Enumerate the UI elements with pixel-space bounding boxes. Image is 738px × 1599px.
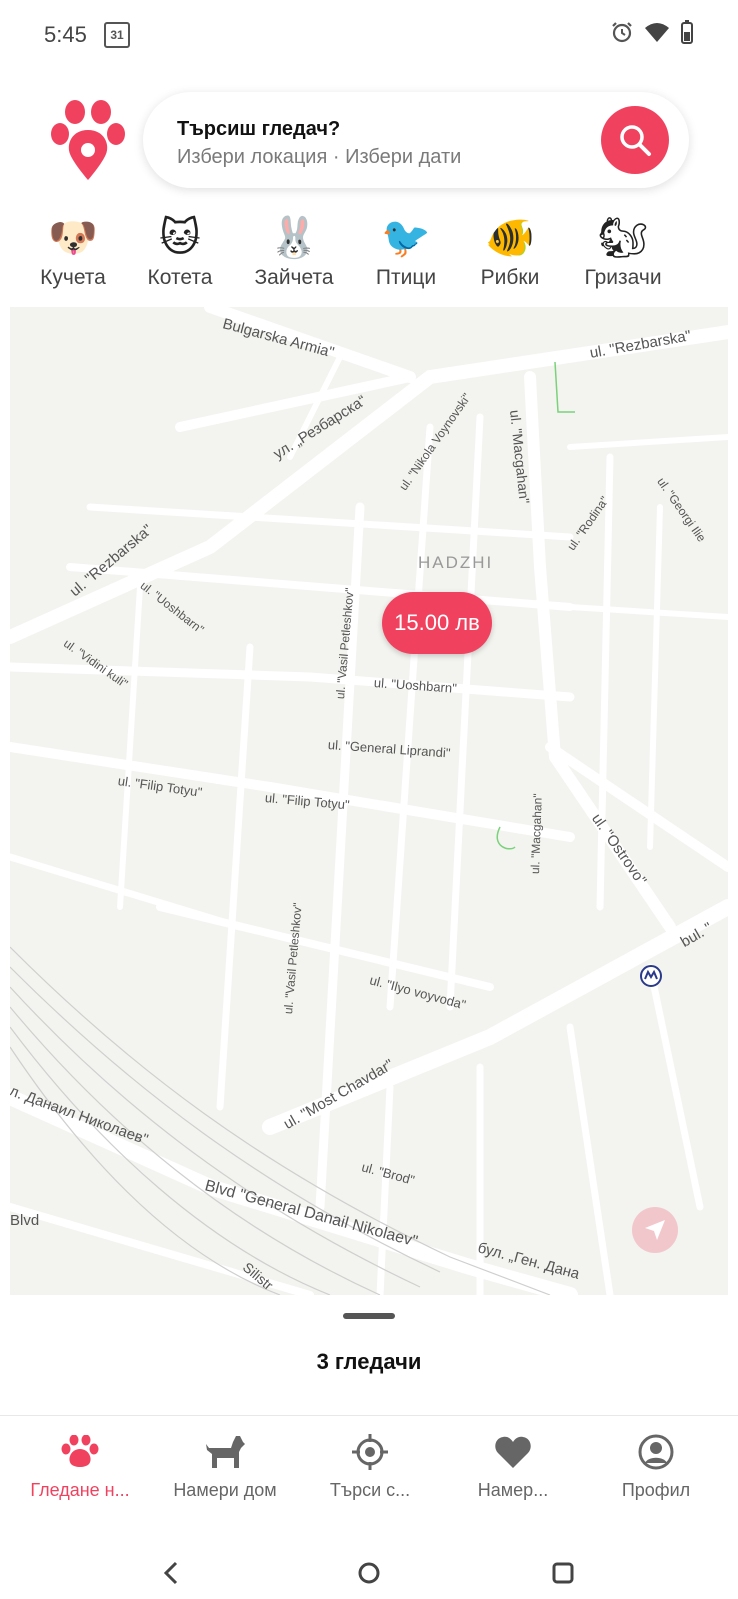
paw-icon	[61, 1435, 99, 1467]
dog-silhouette-icon	[206, 1436, 245, 1468]
nav-label: Намери дом	[173, 1480, 277, 1500]
locate-button[interactable]	[632, 1207, 678, 1253]
battery-icon	[681, 20, 693, 44]
category-dogs[interactable]: 🐶 Кучета	[36, 212, 110, 290]
alarm-icon	[612, 22, 632, 43]
paw-pin-logo	[51, 100, 125, 180]
bird-icon: 🐦	[381, 216, 431, 260]
status-time: 5:45	[44, 22, 87, 47]
nav-label: Профил	[621, 1480, 691, 1500]
profile-icon	[638, 1434, 674, 1470]
category-label: Птици	[375, 266, 437, 289]
search-subtitle: Избери локация · Избери дати	[177, 146, 462, 168]
wifi-icon	[645, 23, 669, 42]
category-label: Рибки	[480, 266, 540, 289]
cat-icon: 🐱	[159, 216, 201, 260]
app-header: Търсиш гледач? Избери локация · Избери д…	[0, 72, 738, 202]
nav-label: Гледане н...	[30, 1480, 130, 1500]
fish-icon: 🐠	[485, 216, 535, 260]
category-birds[interactable]: 🐦 Птици	[371, 212, 441, 290]
status-icons	[610, 20, 694, 44]
category-rodents[interactable]: 🐿 Гризачи	[578, 212, 668, 290]
search-title: Търсиш гледач?	[177, 118, 341, 140]
dog-icon: 🐶	[48, 216, 98, 260]
category-fish[interactable]: 🐠 Рибки	[475, 212, 545, 290]
results-count: 3 гледачи	[316, 1349, 422, 1374]
nav-label: Търси с...	[329, 1480, 411, 1500]
recents-icon[interactable]	[551, 1561, 575, 1585]
nav-profile[interactable]: Профил	[586, 1432, 726, 1501]
results-sheet[interactable]: 3 гледачи	[10, 1295, 728, 1413]
category-rabbits[interactable]: 🐰 Зайчета	[249, 212, 339, 290]
search-box[interactable]: Търсиш гледач? Избери локация · Избери д…	[143, 92, 689, 188]
nav-label: Намер...	[477, 1480, 549, 1500]
system-navigation	[0, 1525, 738, 1599]
rodent-icon: 🐿	[597, 216, 649, 260]
category-cats[interactable]: 🐱 Котета	[144, 212, 216, 290]
category-label: Котета	[147, 266, 213, 289]
district-label: HADZHI	[418, 553, 494, 572]
search-icon	[620, 125, 651, 156]
category-label: Гризачи	[584, 266, 662, 289]
street-label: Blvd	[10, 1212, 40, 1229]
category-label: Зайчета	[254, 266, 334, 289]
back-icon[interactable]	[162, 1561, 182, 1585]
heart-icon	[495, 1436, 531, 1468]
street-label: ul. "Macgahan"	[528, 793, 545, 875]
nav-search[interactable]: Търси с...	[300, 1432, 440, 1501]
metro-icon	[640, 965, 662, 987]
nav-favorites[interactable]: Намер...	[443, 1432, 583, 1501]
map-view[interactable]: Bulgarska Armia" ul. "Rezbarska" ул. „Ре…	[10, 307, 728, 1295]
calendar-icon: 31	[104, 22, 130, 48]
category-label: Кучета	[40, 266, 106, 289]
nav-pet-sitting[interactable]: Гледане н...	[10, 1432, 150, 1501]
nav-find-home[interactable]: Намери дом	[155, 1432, 295, 1501]
price-marker[interactable]: 15.00 лв	[382, 592, 492, 654]
search-button[interactable]	[601, 106, 669, 174]
rabbit-icon: 🐰	[269, 216, 319, 260]
map-roads	[10, 307, 728, 1295]
category-bar: 🐶 Кучета 🐱 Котета 🐰 Зайчета 🐦 Птици 🐠 Ри…	[0, 212, 738, 307]
bottom-navigation: Гледане н... Намери дом Търси с... Намер…	[0, 1415, 738, 1526]
home-icon[interactable]	[357, 1561, 381, 1585]
sheet-handle[interactable]	[343, 1313, 395, 1319]
status-bar: 5:45 31	[0, 0, 738, 72]
crosshair-icon	[352, 1434, 388, 1470]
navigation-arrow-icon	[645, 1220, 665, 1240]
